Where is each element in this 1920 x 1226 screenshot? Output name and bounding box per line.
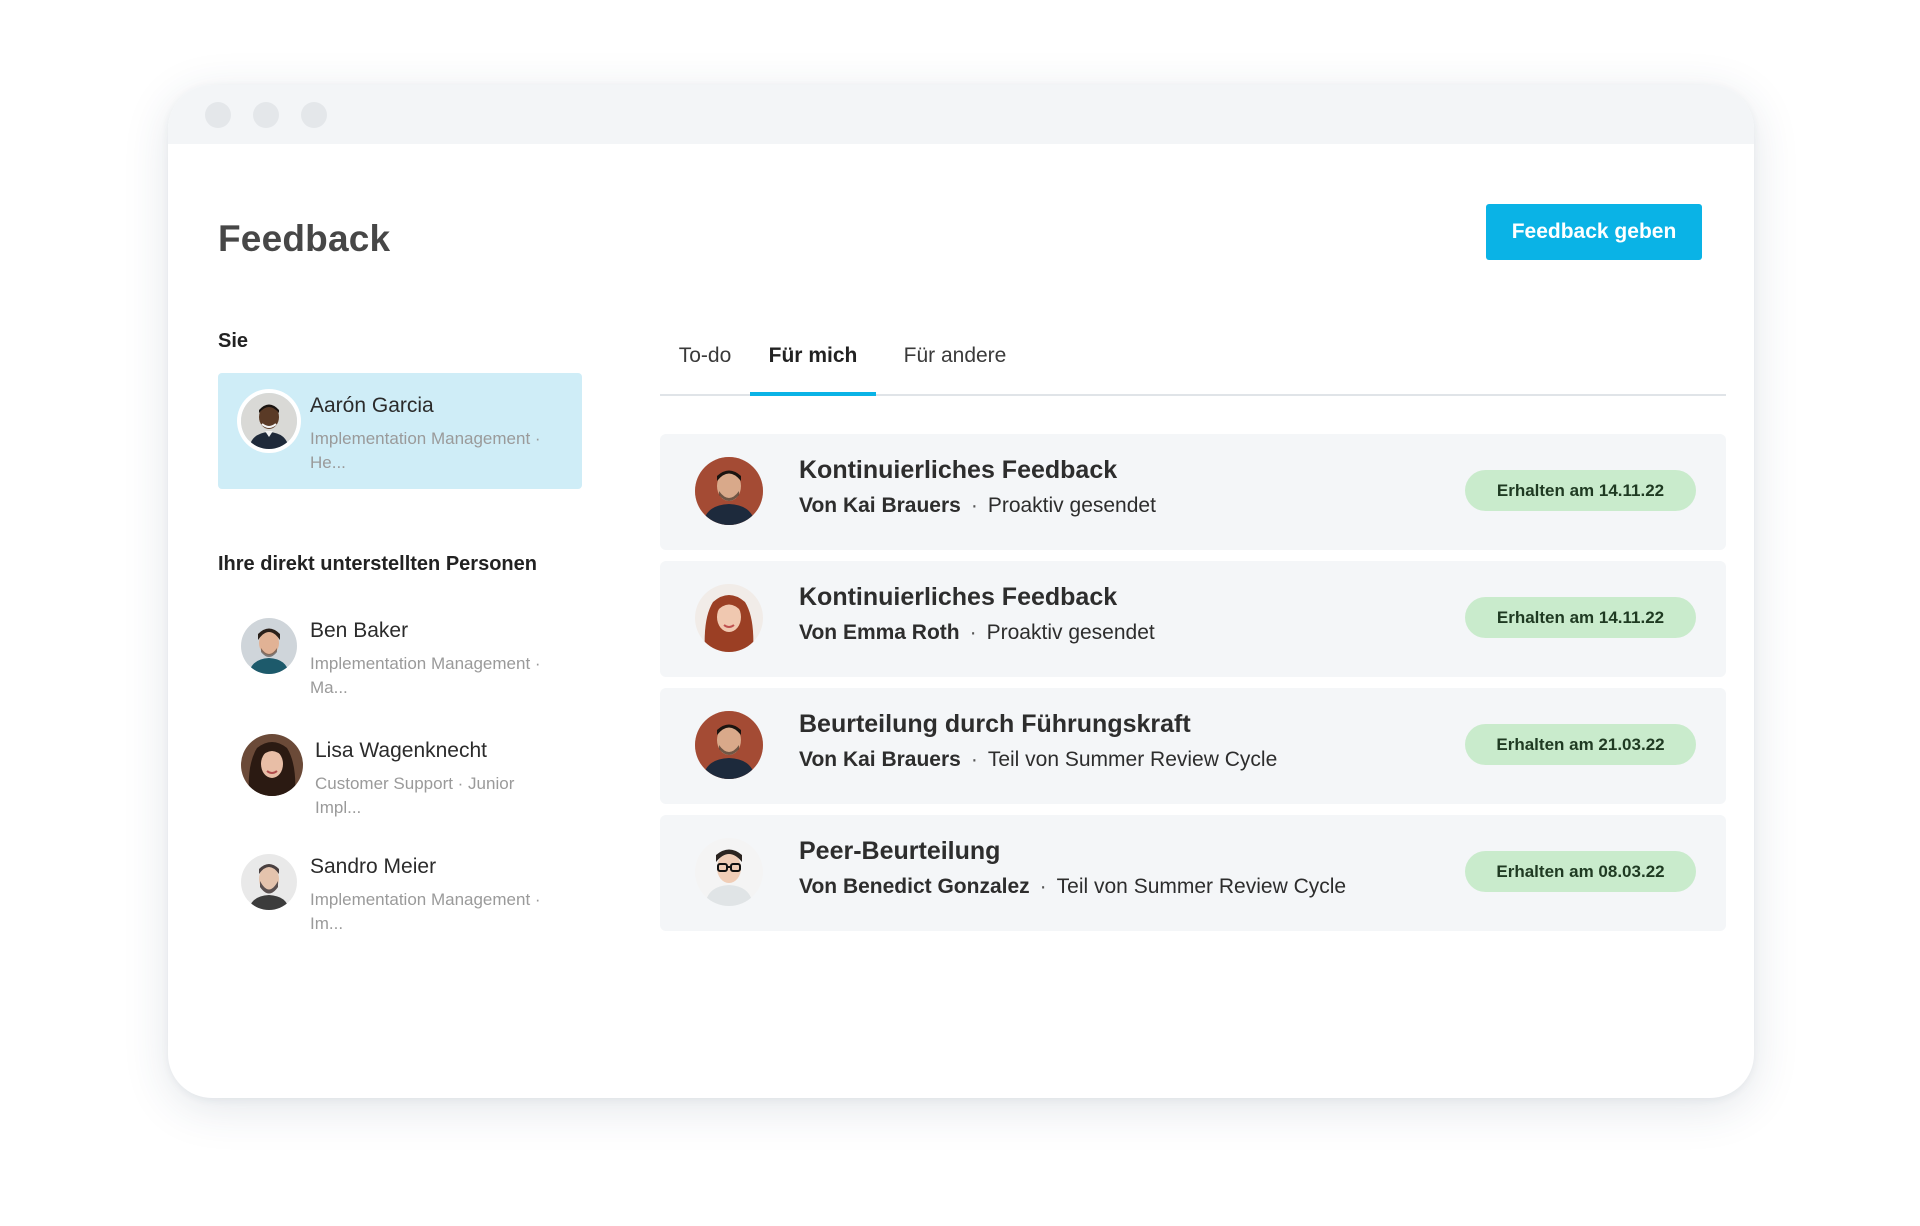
person-role: Implementation Management · Ma... bbox=[310, 654, 541, 697]
tab-fuer-andere[interactable]: Für andere bbox=[876, 331, 1034, 394]
received-date-badge: Erhalten am 14.11.22 bbox=[1465, 597, 1696, 638]
feedback-context: Teil von Summer Review Cycle bbox=[1056, 875, 1347, 898]
feedback-context: Proaktiv gesendet bbox=[987, 494, 1156, 517]
received-date-badge: Erhalten am 21.03.22 bbox=[1465, 724, 1696, 765]
person-role: Customer Support · Junior Impl... bbox=[315, 774, 515, 817]
feedback-title: Kontinuierliches Feedback bbox=[799, 583, 1118, 611]
feedback-item[interactable]: Kontinuierliches Feedback Von Kai Brauer… bbox=[660, 434, 1726, 550]
window-close-dot[interactable] bbox=[205, 102, 231, 128]
received-date-badge: Erhalten am 08.03.22 bbox=[1465, 851, 1696, 892]
received-date-badge: Erhalten am 14.11.22 bbox=[1465, 470, 1696, 511]
person-name: Lisa Wagenknecht bbox=[315, 739, 487, 762]
avatar bbox=[695, 711, 763, 779]
feedback-item[interactable]: Peer-Beurteilung Von Benedict Gonzalez · T… bbox=[660, 815, 1726, 931]
feedback-subline: Von Kai Brauers · Proaktiv gesendet bbox=[799, 494, 1156, 518]
person-card-aaron-garcia[interactable]: Aarón Garcia Implementation Management ·… bbox=[218, 373, 582, 489]
page-title: Feedback bbox=[218, 218, 391, 259]
you-section-label: Sie bbox=[218, 330, 249, 352]
person-card-ben-baker[interactable]: Ben Baker Implementation Management · Ma… bbox=[218, 598, 582, 714]
separator: · bbox=[970, 494, 978, 517]
window-maximize-dot[interactable] bbox=[301, 102, 327, 128]
feedback-author: Von Kai Brauers bbox=[799, 748, 961, 771]
separator: · bbox=[970, 748, 978, 771]
window-minimize-dot[interactable] bbox=[253, 102, 279, 128]
avatar bbox=[695, 457, 763, 525]
tab-to-do[interactable]: To-do bbox=[660, 331, 750, 394]
feedback-item[interactable]: Kontinuierliches Feedback Von Emma Roth ·… bbox=[660, 561, 1726, 677]
window-titlebar bbox=[168, 85, 1754, 144]
person-card-lisa-wagenknecht[interactable]: Lisa Wagenknecht Customer Support · Juni… bbox=[218, 716, 582, 832]
feedback-context: Proaktiv gesendet bbox=[986, 621, 1155, 644]
direct-reports-label: Ihre direkt unterstellten Personen bbox=[218, 553, 537, 575]
person-card-sandro-meier[interactable]: Sandro Meier Implementation Management ·… bbox=[218, 834, 582, 950]
feedback-subline: Von Emma Roth · Proaktiv gesendet bbox=[799, 621, 1155, 645]
feedback-title: Peer-Beurteilung bbox=[799, 837, 1001, 865]
app-window: Feedback Feedback geben Sie Aarón Garcia… bbox=[168, 85, 1754, 1098]
person-name: Ben Baker bbox=[310, 619, 409, 642]
feedback-author: Von Kai Brauers bbox=[799, 494, 961, 517]
avatar bbox=[695, 838, 763, 906]
separator: · bbox=[1039, 875, 1047, 898]
feedback-tabs: To-do Für mich Für andere bbox=[660, 331, 1726, 396]
avatar bbox=[241, 854, 297, 910]
feedback-subline: Von Benedict Gonzalez · Teil von Summer Re… bbox=[799, 875, 1346, 899]
feedback-title: Beurteilung durch Führungskraft bbox=[799, 710, 1191, 738]
give-feedback-button[interactable]: Feedback geben bbox=[1486, 204, 1702, 260]
feedback-context: Teil von Summer Review Cycle bbox=[987, 748, 1278, 771]
tab-fuer-mich[interactable]: Für mich bbox=[750, 331, 876, 396]
feedback-list: Kontinuierliches Feedback Von Kai Brauer… bbox=[660, 434, 1726, 942]
feedback-title: Kontinuierliches Feedback bbox=[799, 456, 1118, 484]
person-role: Implementation Management · He... bbox=[310, 429, 541, 472]
feedback-item[interactable]: Beurteilung durch Führungskraft Von Kai … bbox=[660, 688, 1726, 804]
person-name: Aarón Garcia bbox=[310, 394, 434, 417]
separator: · bbox=[969, 621, 977, 644]
feedback-author: Von Emma Roth bbox=[799, 621, 960, 644]
feedback-author: Von Benedict Gonzalez bbox=[799, 875, 1030, 898]
avatar bbox=[241, 734, 303, 796]
avatar bbox=[695, 584, 763, 652]
person-role: Implementation Management · Im... bbox=[310, 890, 541, 933]
feedback-subline: Von Kai Brauers · Teil von Summer Review C… bbox=[799, 748, 1277, 772]
person-name: Sandro Meier bbox=[310, 855, 437, 878]
avatar bbox=[241, 393, 297, 449]
avatar bbox=[241, 618, 297, 674]
